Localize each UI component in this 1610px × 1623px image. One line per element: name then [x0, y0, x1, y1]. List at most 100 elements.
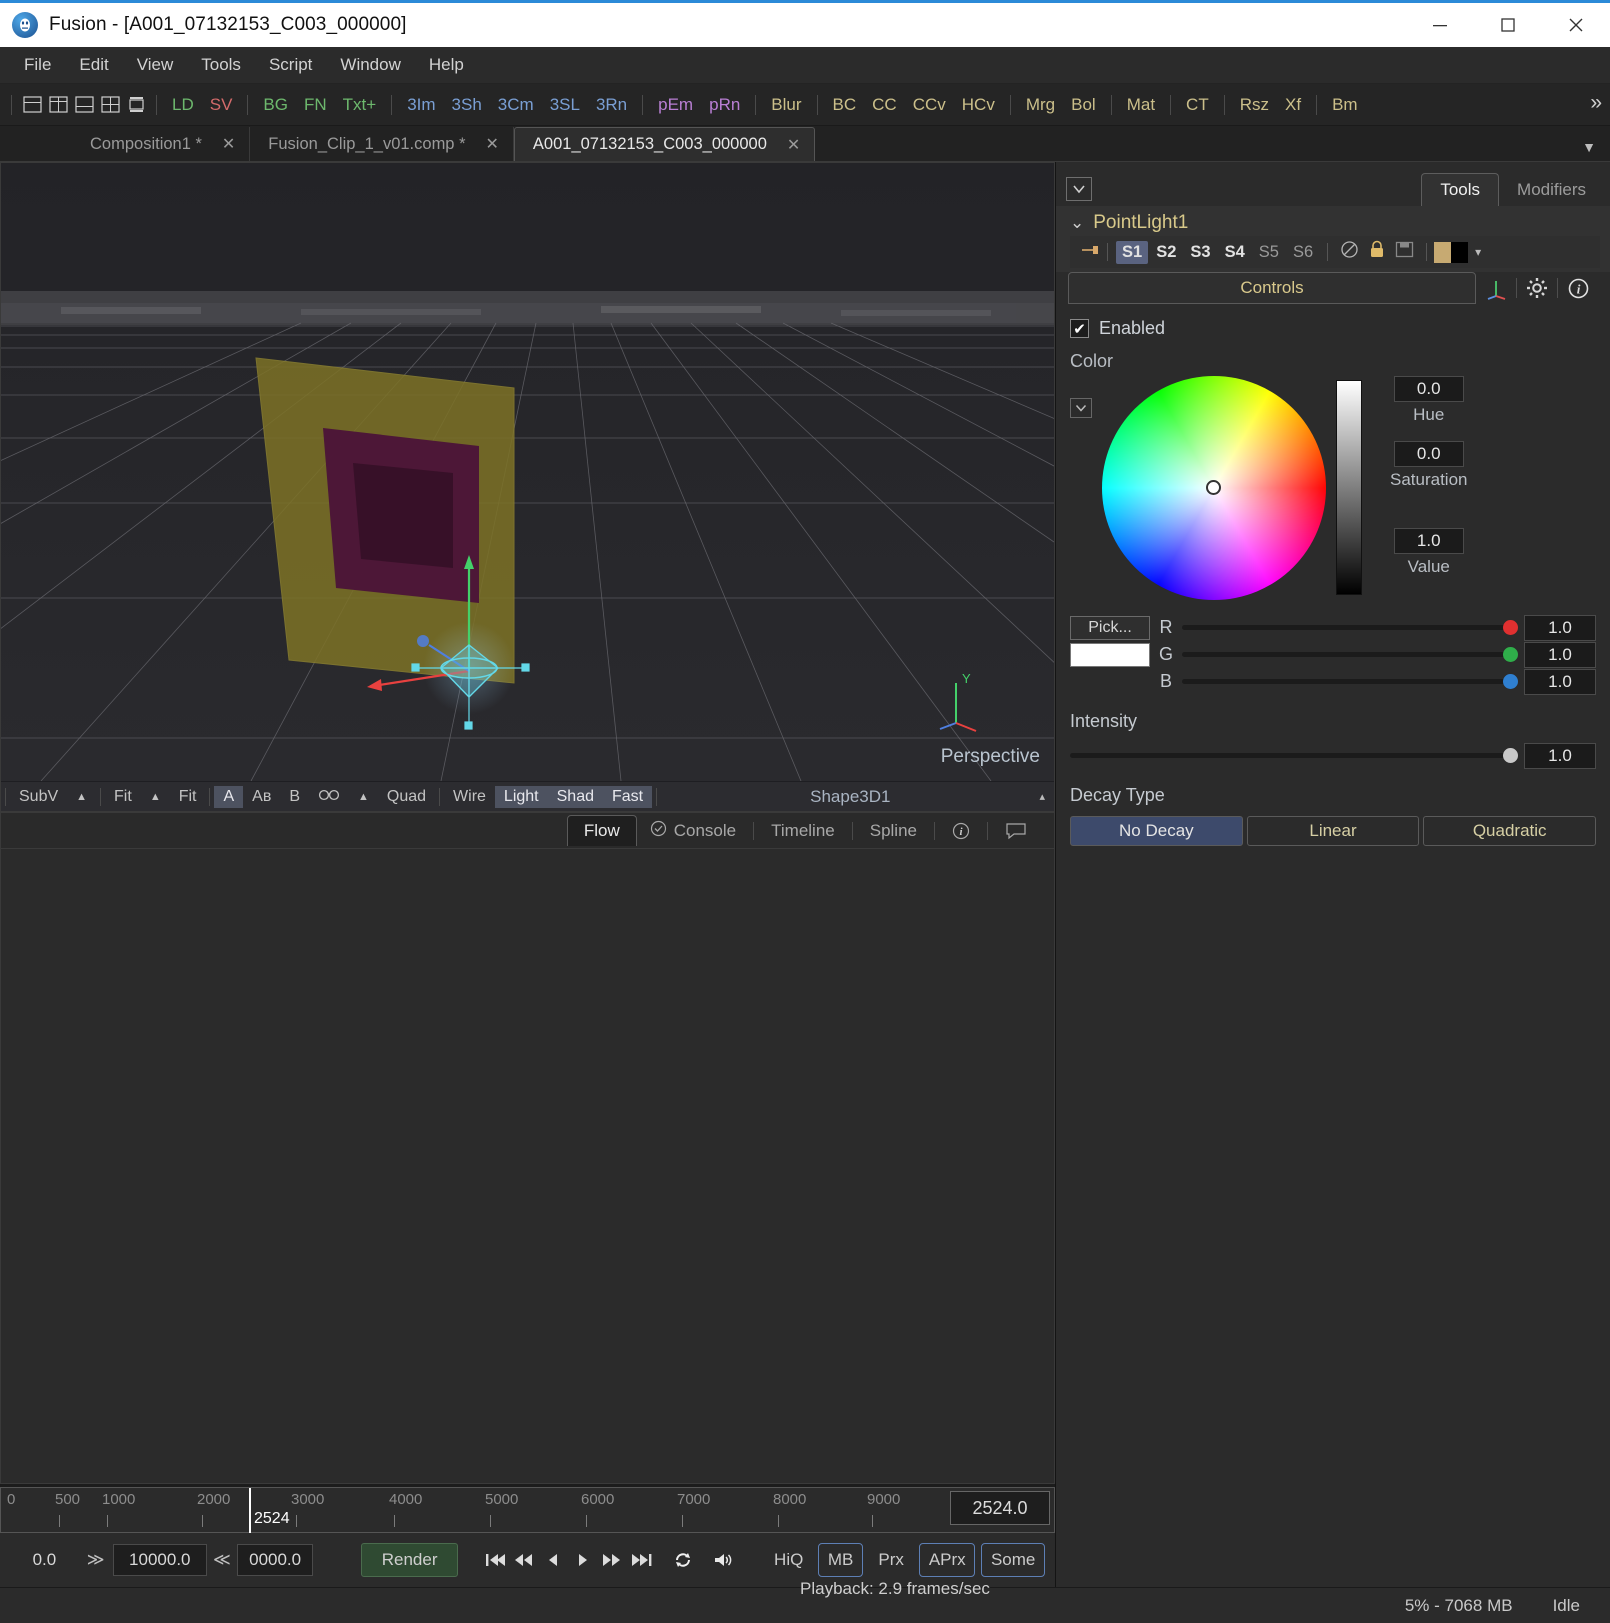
comp-tabs-dropdown-icon[interactable]: ▼ [1582, 139, 1610, 161]
toolbar-overflow-button[interactable]: » [1590, 91, 1602, 115]
color-tag-swatch-2[interactable] [1451, 241, 1469, 263]
b-value-field[interactable]: 1.0 [1524, 668, 1596, 695]
tab-spline[interactable]: Spline [857, 817, 930, 845]
viewer-shad-button[interactable]: Shad [547, 785, 603, 808]
intensity-value-field[interactable]: 1.0 [1524, 742, 1596, 769]
state-s6-button[interactable]: S6 [1287, 241, 1319, 264]
gear-icon[interactable] [1517, 272, 1557, 304]
pin-icon[interactable] [1080, 243, 1100, 262]
lock-icon[interactable] [1364, 240, 1390, 264]
current-time-field[interactable]: 2524.0 [950, 1491, 1050, 1525]
close-icon[interactable]: ✕ [787, 135, 800, 155]
state-s3-button[interactable]: S3 [1184, 241, 1216, 264]
play-reverse-icon[interactable] [539, 1544, 568, 1576]
range-start-field[interactable]: 0.0 [10, 1544, 79, 1576]
value-bar[interactable] [1336, 380, 1362, 595]
hue-field[interactable]: 0.0 [1393, 376, 1464, 402]
enabled-checkbox[interactable]: ✔ [1070, 319, 1089, 338]
menu-window[interactable]: Window [326, 50, 414, 80]
tool-bc-button[interactable]: BC [825, 92, 865, 118]
tool-3cm-button[interactable]: 3Cm [490, 92, 542, 118]
tool-mat-button[interactable]: Mat [1119, 92, 1163, 118]
menu-view[interactable]: View [123, 50, 188, 80]
tool-bm-button[interactable]: Bm [1324, 92, 1366, 118]
viewer-collapse-icon[interactable]: ▴ [1039, 790, 1054, 803]
b-slider-knob[interactable] [1503, 674, 1518, 689]
tool-sv-button[interactable]: SV [202, 92, 241, 118]
quality-prx-button[interactable]: Prx [869, 1543, 913, 1577]
info-icon[interactable]: i [939, 818, 983, 844]
flow-canvas[interactable]: Rectangle1 Background1 [0, 848, 1055, 1484]
layout-quad-icon[interactable] [45, 91, 71, 119]
tab-console[interactable]: Console [637, 816, 749, 846]
save-icon[interactable] [1390, 241, 1419, 263]
comp-tab-composition1[interactable]: Composition1 * ✕ [72, 127, 251, 161]
tool-ld-button[interactable]: LD [164, 92, 202, 118]
g-value-field[interactable]: 1.0 [1524, 641, 1596, 668]
viewer-wire-button[interactable]: Wire [444, 786, 495, 808]
state-s2-button[interactable]: S2 [1150, 241, 1182, 264]
tool-mrg-button[interactable]: Mrg [1018, 92, 1063, 118]
decay-no-decay-button[interactable]: No Decay [1070, 816, 1243, 846]
viewer-fit-button[interactable]: Fit [105, 786, 141, 808]
menu-script[interactable]: Script [255, 50, 326, 80]
color-swatch[interactable] [1070, 642, 1150, 667]
tool-3rn-button[interactable]: 3Rn [588, 92, 635, 118]
viewer-buffer-a-button[interactable]: A [214, 785, 244, 808]
tool-txt-button[interactable]: Txt+ [335, 92, 385, 118]
info-icon[interactable]: i [1558, 272, 1598, 304]
chevron-down-icon[interactable] [1066, 177, 1092, 201]
g-slider-knob[interactable] [1503, 647, 1518, 662]
g-slider[interactable] [1182, 647, 1518, 662]
layout-stack-icon[interactable] [123, 91, 149, 119]
range-start-step-icon[interactable]: ≫ [79, 1550, 113, 1570]
tool-ccv-button[interactable]: CCv [905, 92, 954, 118]
fast-forward-icon[interactable] [598, 1544, 627, 1576]
tool-collapse-icon[interactable]: ⌄ [1070, 213, 1084, 233]
tool-bg-button[interactable]: BG [255, 92, 296, 118]
intensity-slider[interactable] [1070, 748, 1518, 763]
value-field[interactable]: 1.0 [1393, 528, 1464, 554]
maximize-icon[interactable] [1474, 3, 1542, 47]
tool-3sh-button[interactable]: 3Sh [444, 92, 490, 118]
menu-help[interactable]: Help [415, 50, 478, 80]
viewer-light-button[interactable]: Light [494, 785, 548, 808]
range-end-step-icon[interactable]: ≪ [207, 1550, 237, 1570]
state-s5-button[interactable]: S5 [1253, 241, 1285, 264]
axis-icon[interactable] [1476, 272, 1516, 304]
skip-start-icon[interactable] [480, 1544, 509, 1576]
quality-aprx-button[interactable]: APrx [919, 1543, 976, 1577]
viewer-quad-button[interactable]: Quad [378, 786, 435, 808]
r-slider[interactable] [1182, 620, 1518, 635]
speaker-icon[interactable] [708, 1544, 737, 1576]
color-tag-caret-icon[interactable]: ▾ [1468, 245, 1481, 259]
tool-hcv-button[interactable]: HCv [954, 92, 1003, 118]
r-slider-knob[interactable] [1503, 620, 1518, 635]
tool-cc-button[interactable]: CC [864, 92, 905, 118]
color-wheel[interactable] [1102, 376, 1326, 600]
comp-tab-a001[interactable]: A001_07132153_C003_000000 ✕ [513, 127, 816, 161]
tool-bol-button[interactable]: Bol [1063, 92, 1104, 118]
skip-end-icon[interactable] [627, 1544, 656, 1576]
state-s4-button[interactable]: S4 [1219, 241, 1251, 264]
close-icon[interactable]: ✕ [222, 134, 235, 154]
time-ruler[interactable]: 0 500 1000 2000 3000 4000 5000 6000 7000… [0, 1487, 1055, 1534]
saturation-field[interactable]: 0.0 [1393, 441, 1464, 467]
render-button[interactable]: Render [361, 1543, 458, 1577]
glasses-icon[interactable] [309, 786, 349, 808]
menu-file[interactable]: File [10, 50, 65, 80]
menu-tools[interactable]: Tools [187, 50, 255, 80]
loop-icon[interactable] [669, 1544, 698, 1576]
global-end-field[interactable]: 0000.0 [236, 1544, 314, 1576]
viewer-fit-caret-icon[interactable]: ▲ [141, 789, 170, 805]
minimize-icon[interactable] [1406, 3, 1474, 47]
range-end-field[interactable]: 10000.0 [112, 1544, 207, 1576]
intensity-slider-knob[interactable] [1503, 748, 1518, 763]
viewer-buffer-ab-button[interactable]: Aʙ [243, 786, 280, 808]
tab-tools[interactable]: Tools [1421, 173, 1500, 206]
comp-tab-fusion-clip[interactable]: Fusion_Clip_1_v01.comp * ✕ [250, 127, 514, 161]
enabled-row[interactable]: ✔ Enabled [1070, 318, 1596, 339]
tab-flow[interactable]: Flow [566, 815, 637, 846]
layout-single-icon[interactable] [19, 91, 45, 119]
tab-modifiers[interactable]: Modifiers [1499, 174, 1604, 206]
